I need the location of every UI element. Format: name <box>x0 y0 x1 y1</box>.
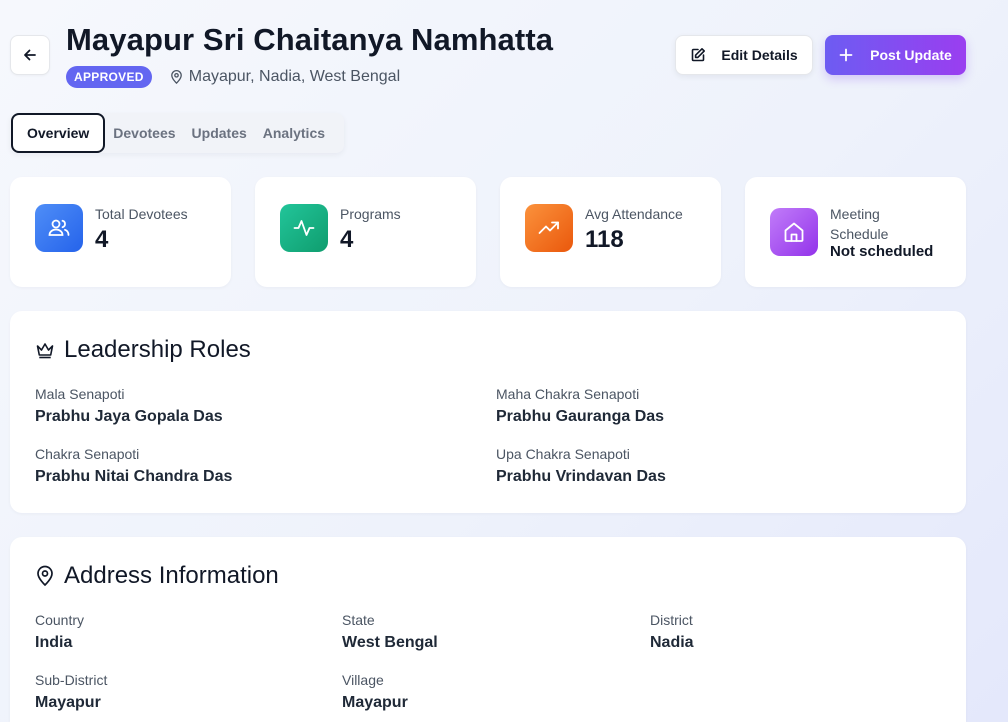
stat-card-total-devotees: Total Devotees 4 <box>10 177 231 287</box>
edit-icon <box>692 48 706 62</box>
stat-card-meeting-schedule: Meeting Schedule Not scheduled <box>745 177 966 287</box>
crown-icon <box>36 343 54 359</box>
address-field: Village Mayapur <box>342 671 408 713</box>
address-value: Mayapur <box>35 694 101 711</box>
post-update-label: Post Update <box>870 47 952 63</box>
tab-devotees[interactable]: Devotees <box>105 125 183 141</box>
plus-icon <box>839 48 853 62</box>
stat-value: 118 <box>585 226 624 253</box>
edit-details-label: Edit Details <box>721 47 798 63</box>
tab-overview[interactable]: Overview <box>11 113 106 153</box>
address-field: State West Bengal <box>342 611 438 653</box>
role-item: Maha Chakra Senapoti Prabhu Gauranga Das <box>496 385 664 427</box>
stat-value: 4 <box>340 226 354 253</box>
address-value: Nadia <box>650 634 694 651</box>
address-value: India <box>35 634 73 651</box>
stat-label: Programs <box>340 206 401 222</box>
post-update-button[interactable]: Post Update <box>825 35 966 75</box>
role-value: Prabhu Jaya Gopala Das <box>35 408 223 425</box>
leadership-title: Leadership Roles <box>35 336 251 364</box>
role-item: Chakra Senapoti Prabhu Nitai Chandra Das <box>35 445 232 487</box>
role-value: Prabhu Gauranga Das <box>496 408 665 425</box>
stat-value: 4 <box>95 226 109 253</box>
stat-value: Not scheduled <box>830 243 934 260</box>
map-pin-icon <box>170 70 182 84</box>
role-label: Maha Chakra Senapoti <box>496 386 640 402</box>
address-label: Country <box>35 612 85 628</box>
address-label: District <box>650 612 693 628</box>
stat-label: Avg Attendance <box>585 206 683 222</box>
map-pin-icon <box>37 565 53 587</box>
leadership-panel: Leadership Roles Mala Senapoti Prabhu Ja… <box>10 311 966 513</box>
address-title: Address Information <box>35 562 279 590</box>
page-title: Mayapur Sri Chaitanya Namhatta <box>66 22 554 57</box>
status-badge: APPROVED <box>66 66 152 88</box>
stat-card-avg-attendance: Avg Attendance 118 <box>500 177 721 287</box>
address-field: Sub-District Mayapur <box>35 671 107 713</box>
role-label: Chakra Senapoti <box>35 446 140 462</box>
role-item: Upa Chakra Senapoti Prabhu Vrindavan Das <box>496 445 666 487</box>
leadership-title-text: Leadership Roles <box>64 336 251 363</box>
trending-up-icon <box>525 204 573 252</box>
tab-bar: Overview Devotees Updates Analytics <box>10 113 344 153</box>
role-value: Prabhu Vrindavan Das <box>496 468 666 485</box>
address-label: State <box>342 612 375 628</box>
role-label: Mala Senapoti <box>35 386 125 402</box>
users-icon <box>35 204 83 252</box>
edit-details-button[interactable]: Edit Details <box>675 35 813 75</box>
address-label: Sub-District <box>35 672 108 688</box>
address-value: West Bengal <box>342 634 438 651</box>
back-button[interactable] <box>10 35 50 75</box>
role-value: Prabhu Nitai Chandra Das <box>35 468 233 485</box>
address-field: Country India <box>35 611 84 653</box>
stat-label: Total Devotees <box>95 206 188 222</box>
tab-updates[interactable]: Updates <box>184 125 255 141</box>
role-label: Upa Chakra Senapoti <box>496 446 630 462</box>
stat-card-programs: Programs 4 <box>255 177 476 287</box>
address-label: Village <box>342 672 384 688</box>
tab-analytics[interactable]: Analytics <box>255 125 333 141</box>
role-item: Mala Senapoti Prabhu Jaya Gopala Das <box>35 385 223 427</box>
location-text: Mayapur, Nadia, West Bengal <box>188 68 401 85</box>
meta-row: APPROVED Mayapur, Nadia, West Bengal <box>66 66 400 88</box>
arrow-left-icon <box>24 49 36 61</box>
home-icon <box>770 208 818 256</box>
address-panel: Address Information Country India State … <box>10 537 966 722</box>
activity-icon <box>280 204 328 252</box>
location: Mayapur, Nadia, West Bengal <box>169 68 400 86</box>
address-field: District Nadia <box>650 611 694 653</box>
stat-label: Meeting Schedule <box>830 206 889 242</box>
address-value: Mayapur <box>342 694 408 711</box>
address-title-text: Address Information <box>64 562 279 589</box>
